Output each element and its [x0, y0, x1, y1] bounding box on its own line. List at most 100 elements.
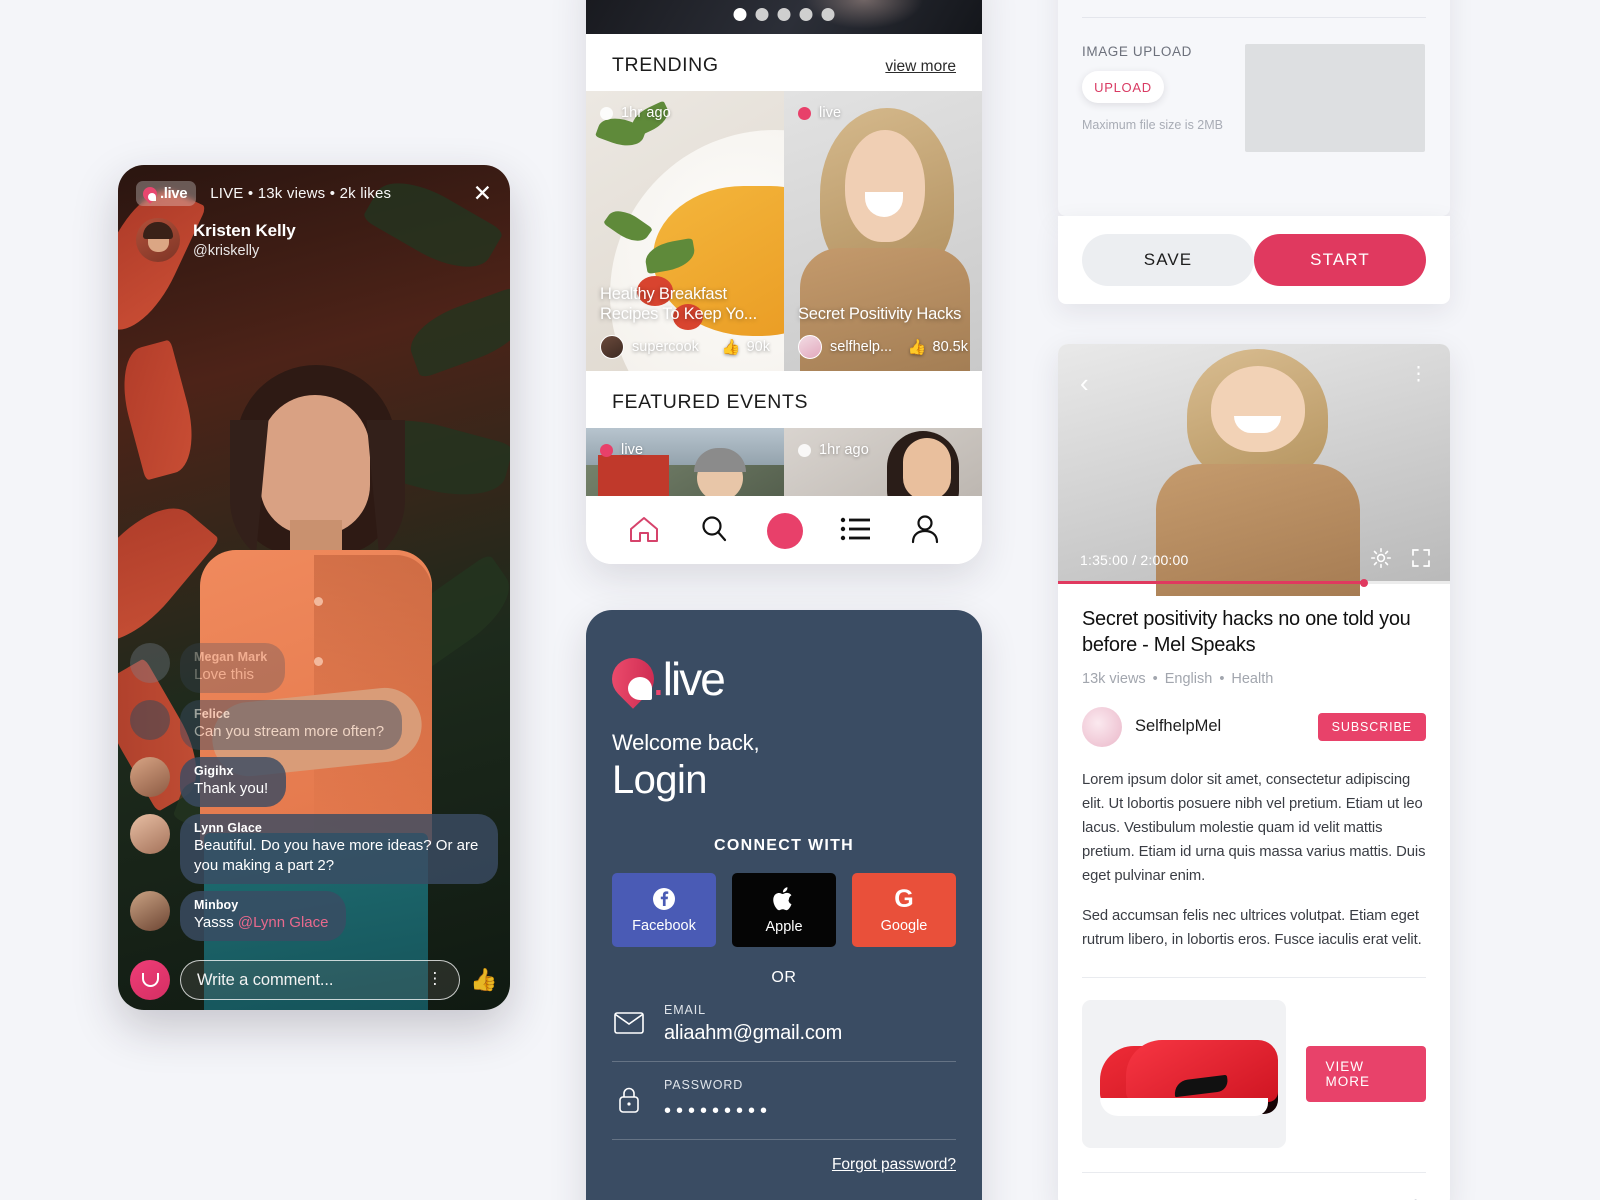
- page-title: Login: [612, 758, 707, 802]
- view-more-button[interactable]: VIEW MORE: [1305, 1045, 1426, 1102]
- sep-1: •: [247, 185, 254, 202]
- list-item: Megan Mark Love this: [130, 642, 498, 694]
- action-bar: SAVE START: [1058, 216, 1450, 304]
- avatar: [600, 335, 624, 359]
- host-row[interactable]: Kristen Kelly @kriskelly: [136, 218, 492, 262]
- comment-author: Felice: [194, 707, 231, 722]
- facebook-icon: [653, 888, 675, 910]
- save-button[interactable]: SAVE: [1082, 234, 1254, 286]
- card-tag: live: [798, 105, 841, 121]
- live-views: 13k views: [257, 185, 326, 202]
- thumbs-up-icon[interactable]: 👍: [470, 967, 498, 993]
- avatar: [130, 642, 170, 683]
- video-category: Health: [1231, 670, 1274, 687]
- record-icon[interactable]: [766, 513, 803, 549]
- trending-grid: 1hr ago Healthy Breakfast Recipes To Kee…: [586, 91, 982, 371]
- featured-card[interactable]: 1hr ago: [784, 428, 982, 496]
- thumbs-up-icon: 👍: [721, 339, 741, 356]
- profile-icon[interactable]: [909, 514, 941, 549]
- brand-mark-icon: [612, 658, 654, 700]
- facebook-login-button[interactable]: Facebook: [612, 873, 716, 947]
- subscribe-button[interactable]: SUBSCRIBE: [1317, 712, 1426, 741]
- carousel-dot[interactable]: [755, 8, 769, 21]
- email-value: aliaahm@gmail.com: [664, 1022, 843, 1044]
- upload-button[interactable]: UPLOAD: [1082, 71, 1164, 103]
- featured-header: FEATURED EVENTS: [586, 371, 982, 428]
- channel-name[interactable]: SelfhelpMel: [1135, 717, 1221, 736]
- view-more-link[interactable]: view more: [885, 58, 956, 76]
- video-language: English: [1164, 670, 1213, 687]
- live-likes: 2k likes: [339, 185, 392, 202]
- trending-card[interactable]: 1hr ago Healthy Breakfast Recipes To Kee…: [586, 91, 784, 371]
- live-comments-list: Megan Mark Love this Felice Can you stre…: [130, 642, 498, 948]
- list-item: Lynn Glace Beautiful. Do you have more i…: [130, 814, 498, 884]
- forgot-password-link[interactable]: Forgot password?: [612, 1156, 956, 1174]
- tag-label: live: [819, 105, 842, 121]
- hero-carousel: [586, 0, 982, 34]
- product-image[interactable]: [1082, 999, 1286, 1148]
- password-value: •••••••••: [664, 1100, 773, 1122]
- password-label: PASSWORD: [664, 1078, 744, 1092]
- avatar[interactable]: [1082, 706, 1122, 747]
- featured-grid: live 1hr ago: [586, 428, 982, 496]
- product-promo: VIEW MORE: [1082, 978, 1426, 1148]
- video-views: 13k views: [1082, 670, 1146, 687]
- expand-icon[interactable]: [1410, 547, 1432, 574]
- gear-icon[interactable]: [1370, 547, 1392, 574]
- kebab-icon[interactable]: ⋮: [427, 971, 444, 988]
- comment-placeholder: Write a comment...: [197, 970, 334, 989]
- google-login-button[interactable]: G Google: [852, 873, 956, 947]
- carousel-dot[interactable]: [733, 8, 747, 21]
- image-upload-row: IMAGE UPLOAD UPLOAD Maximum file size is…: [1082, 18, 1426, 152]
- trending-header: TRENDING view more: [586, 34, 982, 91]
- trending-card[interactable]: live Secret Positivity Hacks selfhelp...…: [784, 91, 982, 371]
- avatar: [130, 700, 170, 741]
- carousel-dot[interactable]: [799, 8, 813, 21]
- url-row[interactable]: https://www.instagram.com/ae.br: [1082, 0, 1426, 18]
- host-name: Kristen Kelly: [193, 221, 296, 240]
- status-dot-icon: [600, 106, 613, 120]
- video-progress-bar[interactable]: [1058, 578, 1450, 587]
- kebab-icon[interactable]: ⋮: [1409, 365, 1428, 385]
- lock-icon: [612, 1086, 646, 1114]
- email-field[interactable]: EMAIL aliaahm@gmail.com: [612, 987, 956, 1062]
- shopping-bag-icon[interactable]: [130, 960, 170, 1000]
- carousel-dot[interactable]: [821, 8, 835, 21]
- card-title: Healthy Breakfast Recipes To Keep Yo...: [600, 284, 757, 324]
- host-handle: @kriskelly: [193, 243, 260, 259]
- comment-body: Yasss: [194, 913, 238, 931]
- thumbs-up-icon: 👍: [907, 339, 927, 356]
- video-player[interactable]: ‹ ⋮ 1:35:00 / 2:00:00: [1058, 344, 1450, 596]
- carousel-dots[interactable]: [733, 8, 835, 21]
- mail-icon: [612, 1012, 646, 1034]
- close-icon[interactable]: ✕: [473, 182, 492, 205]
- live-header: .live LIVE • 13k views • 2k likes ✕ Kris…: [118, 165, 510, 262]
- connect-with-label: CONNECT WITH: [713, 837, 855, 854]
- login-panel: .live Welcome back, Login CONNECT WITH F…: [586, 610, 982, 1200]
- social-label: Facebook: [632, 918, 696, 934]
- image-preview[interactable]: [1245, 44, 1425, 152]
- app-stage: .live LIVE • 13k views • 2k likes ✕ Kris…: [0, 0, 1600, 1200]
- video-description-2: Sed accumsan felis nec ultrices volutpat…: [1082, 907, 1422, 948]
- list-icon[interactable]: [840, 516, 872, 547]
- search-icon[interactable]: [698, 514, 730, 549]
- google-icon: G: [894, 884, 914, 913]
- home-icon[interactable]: [627, 514, 661, 549]
- brand-word: live: [662, 653, 726, 705]
- social-label: Google: [880, 917, 928, 934]
- comments-title: COMMENTS: [1082, 1197, 1202, 1200]
- password-field[interactable]: PASSWORD •••••••••: [612, 1062, 956, 1140]
- comment-composer: Write a comment... ⋮ 👍: [130, 960, 498, 1000]
- comments-header: COMMENTS 2k comments 1.5k likes: [1082, 1173, 1426, 1200]
- start-button[interactable]: START: [1254, 234, 1426, 286]
- comment-author: Minboy: [194, 897, 239, 912]
- featured-card[interactable]: live: [586, 428, 784, 496]
- carousel-dot[interactable]: [777, 8, 791, 21]
- card-footer: Healthy Breakfast Recipes To Keep Yo... …: [586, 284, 784, 371]
- comment-input[interactable]: Write a comment... ⋮: [180, 960, 460, 1000]
- brand-wordmark: .live: [652, 652, 726, 706]
- apple-login-button[interactable]: Apple: [732, 873, 836, 947]
- live-status: LIVE: [210, 185, 244, 202]
- list-item: Gigihx Thank you!: [130, 757, 498, 808]
- chevron-left-icon[interactable]: ‹: [1080, 370, 1089, 396]
